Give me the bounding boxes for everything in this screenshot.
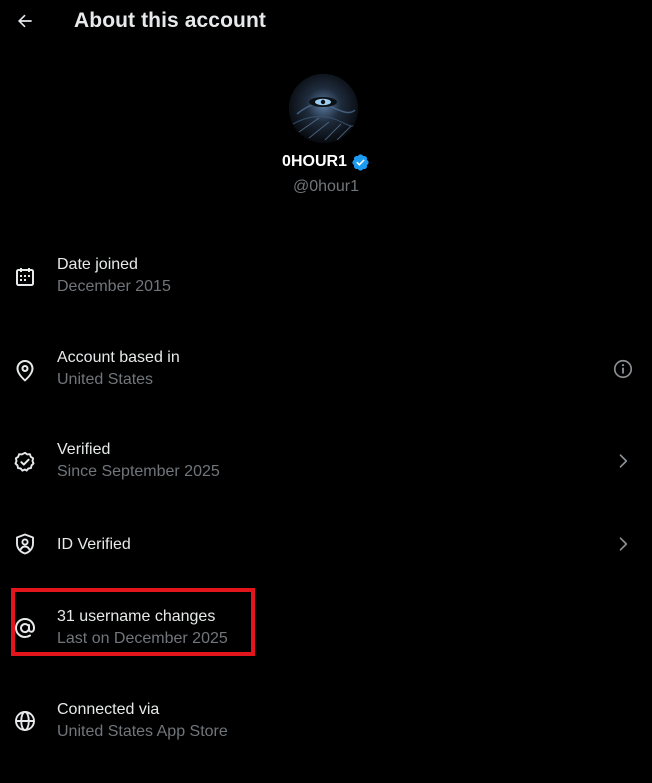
connected-via-row: Connected via United States App Store	[0, 694, 652, 764]
avatar[interactable]	[289, 74, 358, 143]
row-subtitle: Since September 2025	[57, 463, 220, 480]
info-button[interactable]	[612, 358, 634, 380]
avatar-image	[289, 74, 358, 143]
display-name: 0HOUR1	[282, 153, 347, 170]
row-title: ID Verified	[57, 536, 131, 553]
highlight-annotation-box	[11, 588, 255, 656]
page-title: About this account	[74, 9, 266, 32]
verified-badge-icon	[14, 451, 35, 472]
shield-user-icon	[16, 533, 34, 555]
arrow-left-icon	[18, 14, 32, 28]
globe-icon	[15, 711, 35, 731]
row-subtitle: United States App Store	[57, 723, 228, 740]
info-icon	[613, 359, 633, 379]
verified-checkmark-icon	[352, 153, 369, 171]
verified-row[interactable]: Verified Since September 2025	[0, 434, 652, 504]
id-verified-chevron[interactable]	[612, 533, 634, 555]
row-title: Account based in	[57, 349, 180, 366]
about-account-page: About this account 0HOUR1 @0hour1 Date j…	[0, 0, 652, 783]
account-based-in-row: Account based in United States	[0, 342, 652, 412]
profile-name-row: 0HOUR1	[0, 151, 652, 173]
row-subtitle: December 2015	[57, 278, 171, 295]
row-title: Connected via	[57, 701, 160, 718]
back-button[interactable]	[10, 6, 40, 36]
row-title: Date joined	[57, 256, 138, 273]
chevron-right-icon	[619, 454, 628, 468]
calendar-icon	[16, 268, 34, 286]
chevron-right-icon	[619, 537, 628, 551]
username-handle: @0hour1	[292, 178, 360, 195]
id-verified-row[interactable]: ID Verified	[0, 509, 652, 579]
row-title: Verified	[57, 441, 111, 458]
date-joined-row: Date joined December 2015	[0, 250, 652, 320]
row-subtitle: United States	[57, 371, 154, 388]
location-pin-icon	[16, 360, 34, 382]
verified-chevron[interactable]	[612, 450, 634, 472]
